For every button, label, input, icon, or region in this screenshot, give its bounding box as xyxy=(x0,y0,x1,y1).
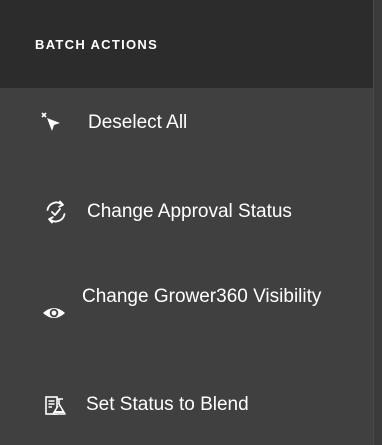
deselect-all-button[interactable]: Deselect All xyxy=(0,100,373,148)
panel-title: BATCH ACTIONS xyxy=(35,36,159,52)
change-grower360-visibility-button[interactable]: Change Grower360 Visibility xyxy=(0,282,373,344)
panel-scroll-edge xyxy=(373,0,382,445)
eye-icon xyxy=(38,297,70,329)
deselect-all-label: Deselect All xyxy=(88,112,188,133)
change-grower360-visibility-label: Change Grower360 Visibility xyxy=(82,286,322,307)
set-status-to-blend-button[interactable]: Set Status to Blend xyxy=(0,382,373,430)
refresh-check-icon xyxy=(40,196,72,228)
change-approval-status-label: Change Approval Status xyxy=(87,201,292,222)
set-status-to-blend-label: Set Status to Blend xyxy=(86,394,249,415)
batch-actions-panel: BATCH ACTIONS Deselect All Change Approv… xyxy=(0,0,382,445)
panel-header: BATCH ACTIONS xyxy=(0,0,382,88)
deselect-cursor-icon xyxy=(36,108,68,140)
change-approval-status-button[interactable]: Change Approval Status xyxy=(0,188,373,236)
flask-blend-icon xyxy=(40,390,72,422)
